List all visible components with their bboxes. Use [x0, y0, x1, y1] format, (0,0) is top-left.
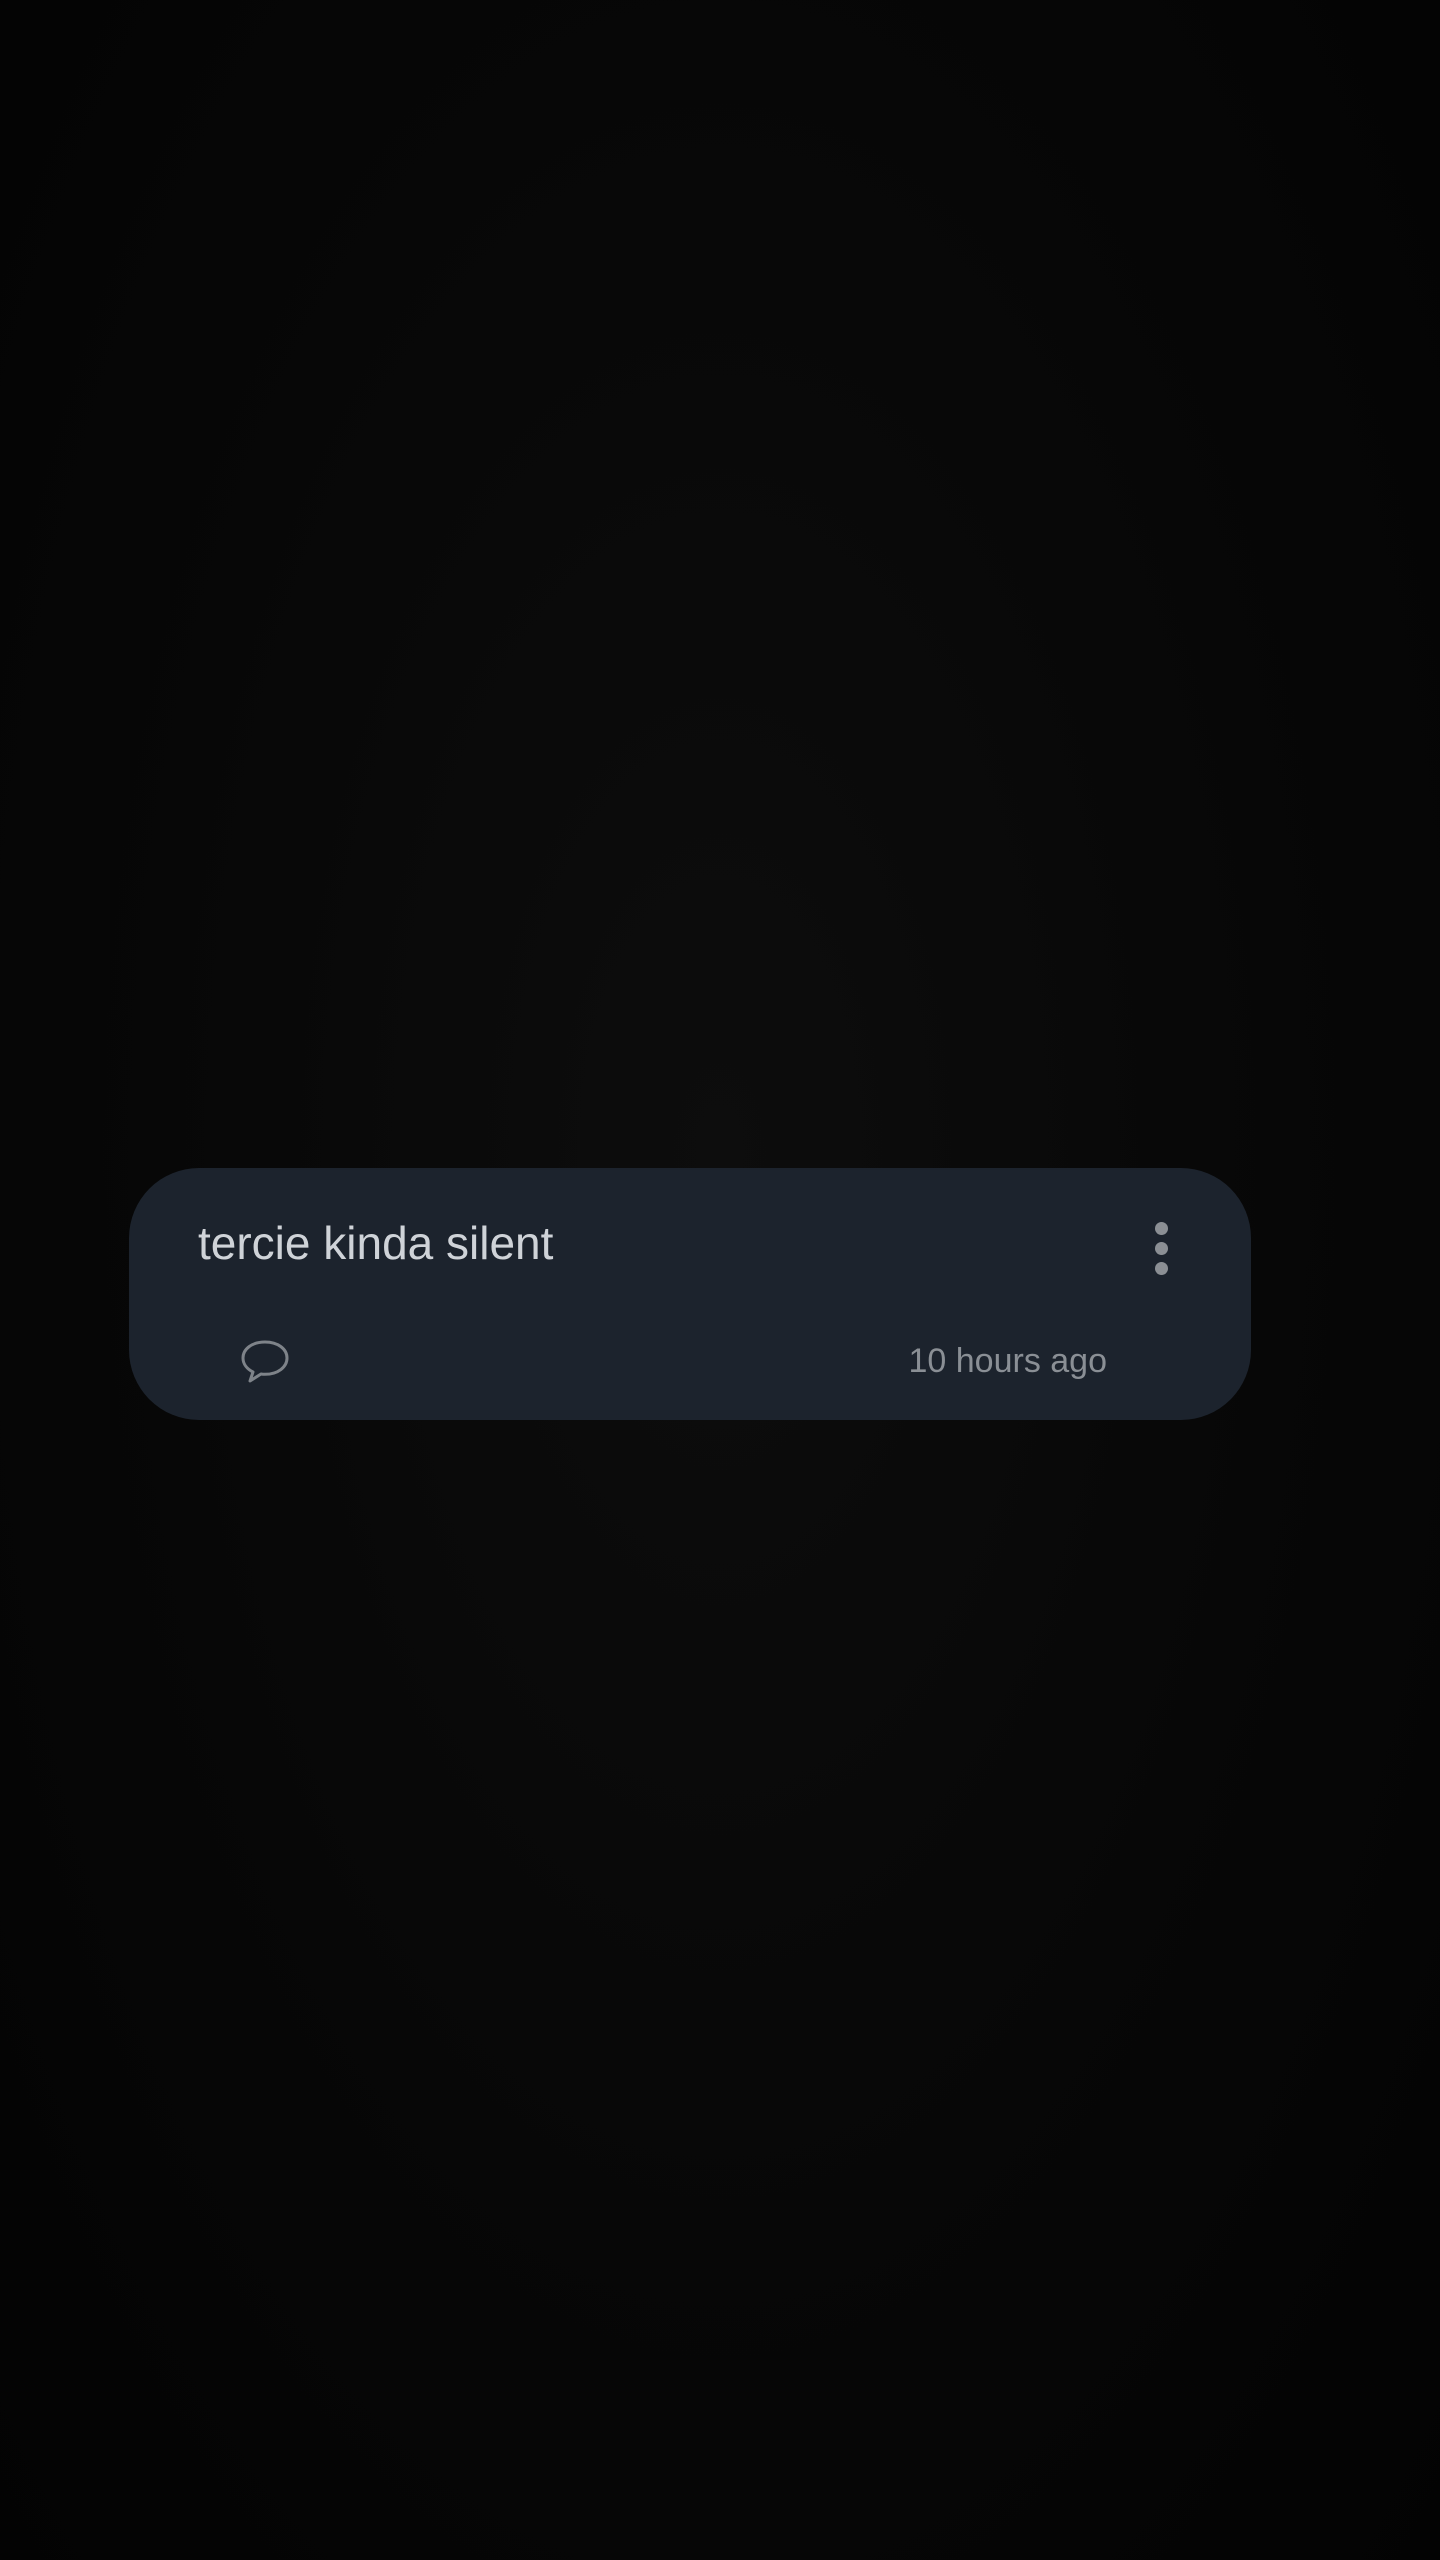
more-dot	[1154, 1261, 1168, 1275]
post-timestamp: 10 hours ago	[908, 1342, 1108, 1380]
comment-button[interactable]	[239, 1336, 291, 1386]
more-dot	[1154, 1221, 1168, 1235]
speech-bubble-icon	[241, 1340, 289, 1383]
more-dot	[1154, 1241, 1168, 1255]
post-card[interactable]: tercie kinda silent 10 hours ago	[129, 1168, 1251, 1420]
more-options-button[interactable]	[1129, 1216, 1193, 1280]
post-text: tercie kinda silent	[198, 1217, 554, 1269]
